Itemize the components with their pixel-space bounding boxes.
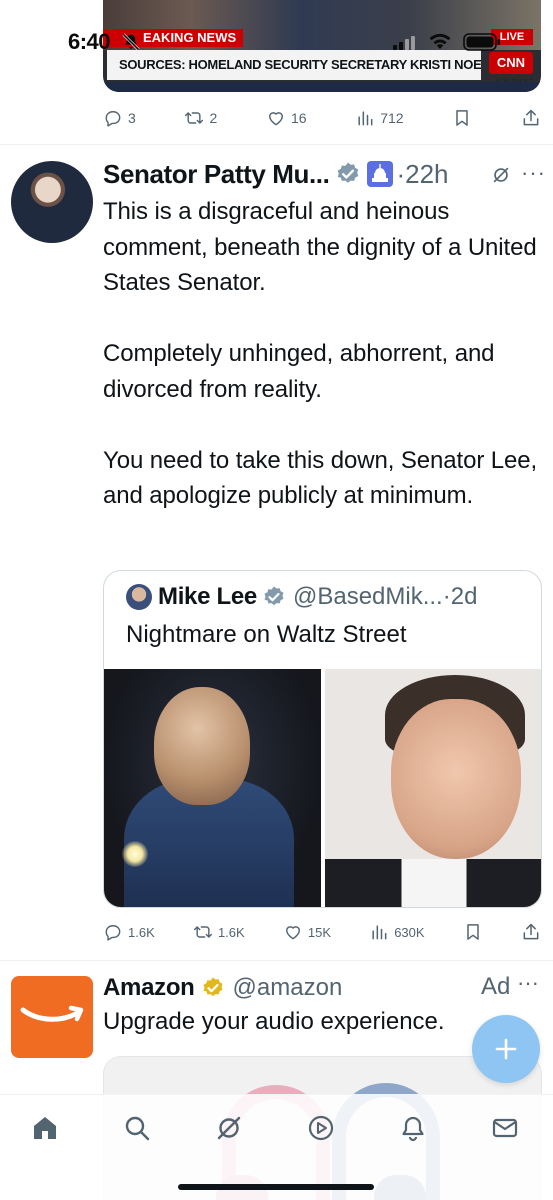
analytics-icon [372, 925, 387, 940]
feed-divider [0, 144, 553, 145]
tweet-header: Senator Patty Mu... ·22h ··· [103, 156, 546, 192]
verified-badge-icon [338, 162, 359, 183]
view-count: 630K [394, 924, 425, 940]
status-bar: 6:40 [0, 24, 553, 58]
photo-suit [325, 859, 541, 907]
compose-button[interactable] [472, 1015, 540, 1083]
gold-verified-badge-icon [203, 977, 223, 997]
amazon-smile-icon [20, 1005, 84, 1022]
views-button[interactable]: 630K [369, 922, 425, 942]
like-button[interactable]: 16 [266, 108, 307, 128]
ad-header: Amazon @amazon Ad ··· [103, 970, 543, 1006]
like-count: 15K [307, 924, 332, 940]
repost-count: 2 [209, 110, 218, 126]
author-avatar[interactable] [11, 161, 93, 243]
masked-person-photo[interactable] [104, 669, 321, 907]
reply-count: 3 [128, 110, 136, 126]
heart-icon [269, 112, 283, 126]
tweet-body: This is a disgraceful and heinous commen… [103, 194, 543, 514]
repost-icon [185, 112, 204, 124]
nav-grok[interactable] [214, 1113, 244, 1143]
views-button[interactable]: 712 [355, 108, 404, 128]
plus-icon [495, 1038, 517, 1060]
headshot-photo[interactable] [325, 669, 541, 907]
reply-count: 1.6K [128, 924, 155, 940]
search-icon [125, 1116, 150, 1141]
ticker-bottom-bar [103, 82, 541, 92]
quoted-author-name: Mike Lee [158, 583, 257, 610]
tweet-paragraph: You need to take this down, Senator Lee,… [103, 446, 538, 510]
more-options-icon[interactable]: ··· [517, 970, 539, 996]
bookmark-button[interactable] [452, 108, 472, 128]
reply-icon [105, 111, 121, 127]
feed-divider [0, 960, 553, 961]
wifi-icon [429, 33, 451, 49]
home-icon [34, 1117, 56, 1139]
advertiser-name[interactable]: Amazon [103, 974, 195, 1002]
tweet-time: ·22h [396, 158, 449, 189]
quoted-tweet-text: Nightmare on Waltz Street [126, 621, 407, 648]
nav-home[interactable] [30, 1113, 60, 1143]
nav-search[interactable] [122, 1113, 152, 1143]
like-button[interactable]: 15K [283, 922, 331, 942]
tweet-paragraph: This is a disgraceful and heinous commen… [103, 198, 537, 296]
verified-badge-icon [264, 586, 284, 606]
bookmark-icon [456, 110, 469, 126]
quoted-author-handle: @BasedMik...·2d [292, 583, 478, 610]
share-button[interactable] [521, 108, 541, 128]
amazon-avatar[interactable] [11, 976, 93, 1058]
share-icon [523, 923, 539, 940]
nav-notifications[interactable] [398, 1113, 428, 1143]
author-name[interactable]: Senator Patty Mu... [103, 159, 330, 190]
quoted-author-avatar [126, 584, 152, 610]
ad-label: Ad [481, 973, 511, 1000]
more-options-icon[interactable]: ··· [521, 160, 546, 186]
reply-button[interactable]: 3 [103, 108, 136, 128]
photo-figure-head [154, 687, 250, 805]
notifications-icon [402, 1116, 424, 1142]
video-icon [308, 1115, 334, 1141]
repost-icon [193, 926, 212, 938]
nav-messages[interactable] [490, 1113, 520, 1143]
advertiser-handle: @amazon [232, 974, 343, 1001]
view-count: 712 [380, 110, 404, 126]
grok-icon[interactable] [490, 164, 512, 186]
cellular-signal-icon [393, 36, 415, 50]
photo-light-flare [122, 841, 148, 867]
capitol-affiliation-icon [367, 161, 394, 187]
heart-icon [285, 926, 300, 940]
battery-icon [463, 33, 500, 51]
repost-button[interactable]: 2 [184, 108, 217, 128]
like-count: 16 [290, 110, 307, 126]
home-indicator [178, 1184, 374, 1190]
reply-button[interactable]: 1.6K [103, 922, 155, 942]
previous-tweet-actions: 3 2 16 712 [103, 106, 541, 130]
reply-icon [105, 925, 121, 941]
quoted-tweet-media [104, 669, 541, 907]
status-time: 6:40 [68, 29, 111, 54]
silent-bell-icon [122, 33, 140, 51]
nav-video[interactable] [306, 1113, 336, 1143]
quoted-tweet[interactable]: Mike Lee @BasedMik...·2d Nightmare on Wa… [103, 570, 542, 908]
tweet-paragraph: Completely unhinged, abhorrent, and divo… [103, 340, 495, 403]
photo-face [391, 699, 521, 859]
quoted-tweet-header: Mike Lee @BasedMik...·2d [126, 581, 477, 613]
grok-icon [217, 1116, 241, 1140]
analytics-icon [358, 111, 373, 126]
bookmark-icon [467, 924, 479, 940]
messages-icon [492, 1118, 518, 1138]
share-icon [523, 109, 539, 126]
repost-count: 1.6K [217, 924, 245, 940]
share-button[interactable] [521, 922, 541, 942]
tweet-actions: 1.6K 1.6K 15K 630K [103, 920, 541, 944]
bookmark-button[interactable] [463, 922, 483, 942]
ad-text: Upgrade your audio experience. [103, 1008, 445, 1035]
repost-button[interactable]: 1.6K [193, 922, 245, 942]
